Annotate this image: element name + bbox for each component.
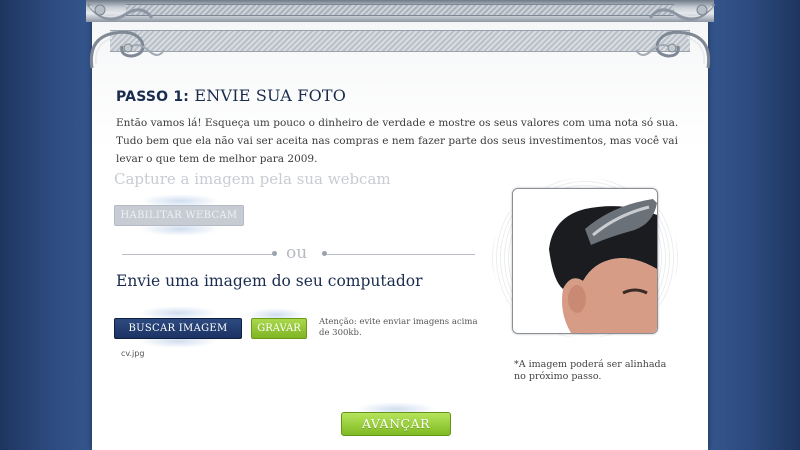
photo-preview[interactable]: [512, 188, 658, 334]
next-button[interactable]: AVANÇAR: [341, 412, 451, 436]
save-button[interactable]: GRAVAR: [251, 318, 307, 339]
ornament-scroll-icon: [86, 20, 166, 72]
page-title: PASSO 1: ENVIE SUA FOTO: [116, 86, 346, 105]
step-label: PASSO 1:: [116, 89, 190, 105]
divider-text: ou: [286, 243, 308, 263]
enable-webcam-button[interactable]: HABILITAR WEBCAM: [114, 205, 244, 226]
browse-image-button[interactable]: BUSCAR IMAGEM: [114, 318, 242, 339]
selected-file-name: cv.jpg: [121, 349, 145, 358]
divider-line-left: [122, 254, 272, 255]
webcam-section-title: Capture a imagem pela sua webcam: [114, 170, 391, 188]
top-ornament-frame: [86, 0, 714, 22]
upload-warning: Atenção: evite enviar imagens acima de 3…: [319, 317, 478, 338]
header-band: [110, 30, 690, 52]
photo-alignment-note: *A imagem poderá ser alinhada no próximo…: [514, 359, 667, 382]
user-photo: [513, 189, 657, 333]
step-title-text: ENVIE SUA FOTO: [194, 86, 347, 105]
ornament-scroll-icon: [634, 20, 714, 72]
divider-line-right: [327, 254, 475, 255]
upload-section-title: Envie uma imagem do seu computador: [116, 272, 423, 290]
divider-dot: [272, 251, 277, 256]
intro-text: Então vamos lá! Esqueça um pouco o dinhe…: [116, 117, 679, 165]
